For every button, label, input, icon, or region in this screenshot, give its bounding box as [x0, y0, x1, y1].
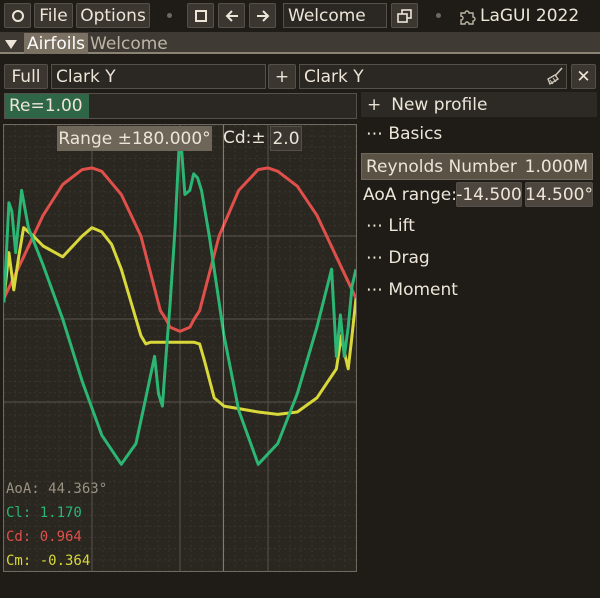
readout-cm: Cm: -0.364 [6, 553, 91, 569]
new-profile-row[interactable]: + New profile [361, 92, 597, 117]
file-menu[interactable]: File [34, 3, 73, 28]
collapse-toggle[interactable] [4, 36, 18, 50]
circle-icon [11, 9, 24, 22]
aoa-max-input[interactable]: 14.500° [525, 182, 593, 207]
triangle-down-icon [5, 40, 17, 49]
options-menu[interactable]: Options [76, 3, 150, 28]
back-button[interactable] [218, 3, 245, 28]
full-button[interactable]: Full [4, 64, 48, 89]
close-button[interactable]: ✕ [571, 64, 596, 89]
polar-plot[interactable]: Range ±180.000° Cd:± 2.0 AoA: 44.363° Cl… [3, 124, 357, 572]
plus-icon: + [367, 94, 382, 115]
readout-cd: Cd: 0.964 [6, 529, 82, 545]
arrow-right-icon [256, 9, 269, 22]
tab-welcome[interactable]: Welcome [90, 33, 168, 54]
add-profile-button[interactable]: + [268, 64, 296, 89]
re-slider[interactable]: Re=1.00 [4, 93, 357, 119]
aoa-range-label: AoA range: [363, 185, 457, 205]
windows-icon [396, 8, 412, 23]
reynolds-label: Reynolds Number [366, 156, 517, 177]
square-icon [194, 9, 207, 22]
readout-aoa: AoA: 44.363° [6, 481, 108, 497]
tab-airfoils[interactable]: Airfoils [24, 33, 89, 54]
stop-button[interactable] [187, 3, 214, 28]
reynolds-value: 1.000M [524, 156, 588, 177]
readout-cl: Cl: 1.170 [6, 505, 82, 521]
section-basics[interactable]: ⋯ Basics [366, 124, 442, 144]
right-profile-input[interactable]: Clark Y [299, 64, 567, 89]
broom-icon[interactable] [545, 66, 565, 86]
brand-label: LaGUI 2022 [480, 5, 580, 26]
separator-dot [436, 13, 441, 18]
cd-scale-input[interactable]: 2.0 [270, 126, 302, 151]
section-lift[interactable]: ⋯ Lift [366, 216, 415, 236]
left-profile-input[interactable]: Clark Y [51, 64, 266, 89]
range-control[interactable]: Range ±180.000° [57, 126, 212, 151]
cd-scale-label: Cd:± [223, 128, 266, 148]
re-slider-label: Re=1.00 [9, 96, 83, 116]
separator-dot [167, 13, 172, 18]
app-menu-button[interactable] [4, 3, 31, 28]
reynolds-number-slider[interactable]: Reynolds Number 1.000M [361, 153, 593, 180]
forward-button[interactable] [249, 3, 276, 28]
new-window-button[interactable] [391, 3, 418, 28]
aoa-min-input[interactable]: -14.500 [456, 182, 522, 207]
section-drag[interactable]: ⋯ Drag [366, 248, 430, 268]
puzzle-icon [460, 9, 476, 25]
brand: LaGUI 2022 [458, 3, 579, 28]
arrow-left-icon [225, 9, 238, 22]
window-selector[interactable]: Welcome [283, 3, 387, 28]
new-profile-label: New profile [391, 94, 488, 115]
section-moment[interactable]: ⋯ Moment [366, 280, 458, 300]
